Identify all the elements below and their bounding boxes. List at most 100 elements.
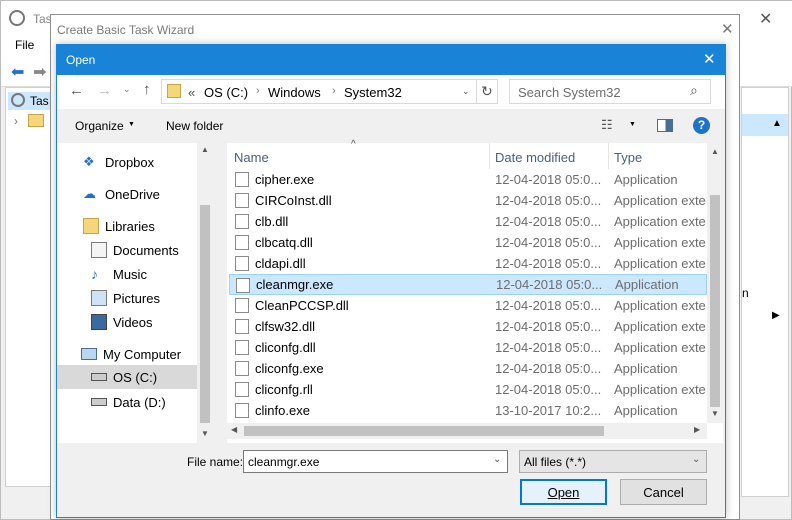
breadcrumb-sep-icon[interactable]: › bbox=[256, 85, 260, 97]
nav-item-libraries[interactable]: Libraries bbox=[83, 214, 155, 238]
nav-item-my-computer[interactable]: My Computer bbox=[81, 342, 181, 366]
dialog-close-icon[interactable]: ✕ bbox=[703, 50, 716, 68]
bg-actions-pane: ▲ n ▶ bbox=[741, 87, 789, 497]
file-name-dropdown-icon[interactable]: ⌄ bbox=[493, 454, 501, 465]
file-type: Application exte bbox=[614, 256, 706, 271]
file-name-input[interactable]: cleanmgr.exe ⌄ bbox=[243, 450, 508, 473]
file-row[interactable]: clb.dll 12-04-2018 05:0... Application ext… bbox=[229, 211, 707, 232]
back-icon[interactable]: ← bbox=[69, 82, 84, 99]
file-type: Application bbox=[614, 361, 678, 376]
breadcrumb-sep-icon[interactable]: › bbox=[332, 85, 336, 97]
search-box[interactable]: Search System32 ⌕ bbox=[509, 79, 711, 104]
organize-dropdown-icon[interactable]: ▼ bbox=[128, 121, 135, 128]
file-row[interactable]: CleanPCCSP.dll 12-04-2018 05:0... Applicat… bbox=[229, 295, 707, 316]
file-date: 12-04-2018 05:0... bbox=[495, 361, 602, 376]
view-dropdown-icon[interactable]: ▼ bbox=[629, 121, 636, 128]
filter-dropdown-icon[interactable]: ⌄ bbox=[692, 454, 700, 465]
file-name-label: File name: bbox=[187, 455, 244, 469]
preview-pane-icon[interactable] bbox=[657, 119, 673, 132]
column-name[interactable]: Name bbox=[234, 150, 269, 165]
column-type[interactable]: Type bbox=[614, 150, 642, 165]
file-row[interactable]: CIRCoInst.dll 12-04-2018 05:0... Applicati… bbox=[229, 190, 707, 211]
breadcrumb-prefix[interactable]: « bbox=[188, 85, 195, 100]
file-list-hscrollbar[interactable]: ◀ ▶ bbox=[227, 423, 707, 439]
cancel-button[interactable]: Cancel bbox=[620, 479, 707, 505]
nav-item-pictures[interactable]: Pictures bbox=[91, 286, 160, 310]
file-row[interactable]: cipher.exe 12-04-2018 05:0... Application bbox=[229, 169, 707, 190]
file-type: Application exte bbox=[614, 214, 706, 229]
nav-item-music[interactable]: ♪ Music bbox=[91, 262, 147, 286]
open-dialog: Open ✕ ← → ⌄ ↑ « OS (C:) › Windows › Sys… bbox=[56, 44, 726, 518]
submenu-arrow-icon[interactable]: ▶ bbox=[772, 310, 780, 321]
file-list-vscrollbar[interactable]: ▲ ▼ bbox=[707, 143, 723, 423]
file-icon bbox=[235, 340, 249, 355]
wizard-close-icon[interactable]: ✕ bbox=[721, 20, 734, 38]
file-name: cleanmgr.exe bbox=[256, 277, 334, 292]
file-type: Application exte bbox=[614, 193, 706, 208]
address-bar[interactable]: « OS (C:) › Windows › System32 ⌄ ↻ bbox=[161, 79, 498, 104]
file-row[interactable]: cldapi.dll 12-04-2018 05:0... Application … bbox=[229, 253, 707, 274]
recent-dropdown-icon[interactable]: ⌄ bbox=[123, 84, 131, 95]
nav-item-dropbox[interactable]: ❖ Dropbox bbox=[83, 150, 154, 174]
file-icon bbox=[235, 256, 249, 271]
file-row[interactable]: cleanmgr.exe 12-04-2018 05:0... Applicatio… bbox=[229, 274, 707, 295]
nav-scrollbar[interactable]: ▲ ▼ bbox=[197, 143, 213, 443]
navigation-pane: ❖ Dropbox ☁ OneDrive Libraries Documents ♪… bbox=[57, 143, 213, 443]
file-date: 12-04-2018 05:0... bbox=[495, 319, 602, 334]
music-icon: ♪ bbox=[91, 266, 98, 282]
file-row[interactable]: clinfo.exe 13-10-2017 10:2... Application bbox=[229, 400, 707, 421]
breadcrumb-system32[interactable]: System32 bbox=[344, 85, 402, 100]
file-row[interactable]: clbcatq.dll 12-04-2018 05:0... Application… bbox=[229, 232, 707, 253]
column-date[interactable]: Date modified bbox=[495, 150, 575, 165]
menu-file[interactable]: File bbox=[15, 38, 34, 52]
file-icon bbox=[235, 214, 249, 229]
address-dropdown-icon[interactable]: ⌄ bbox=[462, 86, 470, 97]
new-folder-button[interactable]: New folder bbox=[166, 119, 223, 133]
nav-item-documents[interactable]: Documents bbox=[91, 238, 179, 262]
bg-tree-item[interactable]: Tas bbox=[30, 94, 49, 108]
up-icon[interactable]: ↑ bbox=[143, 81, 151, 98]
file-name: cliconfg.dll bbox=[255, 340, 316, 355]
file-row[interactable]: cliconfg.dll 12-04-2018 05:0... Applicatio… bbox=[229, 337, 707, 358]
address-row: ← → ⌄ ↑ « OS (C:) › Windows › System32 ⌄… bbox=[57, 75, 725, 109]
file-name-value[interactable]: cleanmgr.exe bbox=[248, 455, 319, 469]
folder-icon bbox=[167, 84, 181, 98]
clock-icon bbox=[11, 93, 25, 107]
bg-close-icon[interactable]: ✕ bbox=[759, 9, 772, 29]
vscroll-thumb[interactable] bbox=[710, 195, 720, 407]
forward-icon[interactable]: → bbox=[97, 82, 112, 99]
file-row[interactable]: cliconfg.exe 12-04-2018 05:0... Applicatio… bbox=[229, 358, 707, 379]
column-header-row: ^ Name Date modified Type bbox=[227, 139, 707, 169]
open-button[interactable]: Open bbox=[520, 479, 607, 505]
file-type: Application bbox=[614, 403, 678, 418]
filter-value[interactable]: All files (*.*) bbox=[524, 455, 586, 469]
file-date: 12-04-2018 05:0... bbox=[496, 277, 603, 292]
nav-item-data-d[interactable]: Data (D:) bbox=[91, 390, 166, 414]
file-type-filter[interactable]: All files (*.*) ⌄ bbox=[519, 450, 707, 473]
breadcrumb-os[interactable]: OS (C:) bbox=[204, 85, 248, 100]
file-name: CIRCoInst.dll bbox=[255, 193, 332, 208]
file-row[interactable]: clfsw32.dll 12-04-2018 05:0... Application… bbox=[229, 316, 707, 337]
hscroll-thumb[interactable] bbox=[244, 426, 604, 436]
file-row[interactable]: cliconfg.rll 12-04-2018 05:0... Applicatio… bbox=[229, 379, 707, 400]
nav-scroll-thumb[interactable] bbox=[200, 205, 210, 423]
libraries-icon bbox=[83, 218, 99, 234]
nav-item-onedrive[interactable]: ☁ OneDrive bbox=[83, 182, 160, 206]
file-name: cipher.exe bbox=[255, 172, 315, 187]
bg-right-fragment: n bbox=[742, 286, 749, 300]
expand-chevron-icon[interactable]: › bbox=[14, 114, 18, 128]
back-arrow-icon[interactable]: ⬅ bbox=[11, 62, 24, 82]
refresh-icon[interactable]: ↻ bbox=[481, 83, 493, 100]
forward-arrow-icon[interactable]: ➡ bbox=[33, 62, 46, 82]
organize-button[interactable]: Organize bbox=[75, 119, 124, 133]
file-date: 13-10-2017 10:2... bbox=[495, 403, 602, 418]
collapse-up-icon[interactable]: ▲ bbox=[772, 118, 782, 129]
view-options-icon[interactable]: ☷ bbox=[601, 117, 613, 133]
wizard-title: Create Basic Task Wizard bbox=[57, 23, 195, 37]
help-icon[interactable]: ? bbox=[693, 117, 710, 134]
nav-item-videos[interactable]: Videos bbox=[91, 310, 153, 334]
file-date: 12-04-2018 05:0... bbox=[495, 298, 602, 313]
search-input[interactable]: Search System32 bbox=[518, 85, 621, 100]
breadcrumb-windows[interactable]: Windows bbox=[268, 85, 321, 100]
nav-item-os-c[interactable]: OS (C:) bbox=[91, 365, 157, 389]
